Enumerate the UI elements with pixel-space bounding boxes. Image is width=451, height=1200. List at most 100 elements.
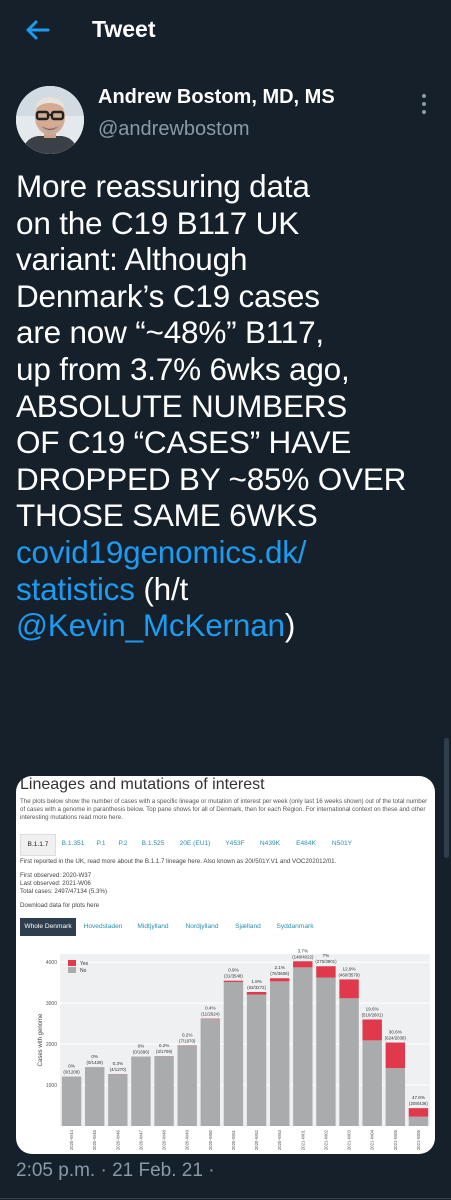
x-tick-label: 2020-W49: [185, 1129, 190, 1150]
more-vertical-icon: [422, 94, 426, 114]
bar-no: [362, 1040, 382, 1126]
download-link[interactable]: Download data for plots here: [20, 902, 99, 909]
lineage-tab[interactable]: N501Y: [326, 834, 358, 854]
back-button[interactable]: [20, 12, 56, 48]
bar-yes: [293, 961, 313, 968]
first-observed: First observed: 2020-W37: [20, 872, 92, 879]
bar-label-percent: 3.7%: [298, 948, 308, 953]
y-tick-label: 4000: [46, 960, 57, 966]
bar-no: [108, 1074, 128, 1126]
bar-no: [223, 981, 244, 1126]
x-tick-label: 2020-W48: [162, 1129, 167, 1150]
bar-label-percent: 19.6%: [366, 1006, 379, 1011]
bar-label-percent: 0.3%: [113, 1061, 123, 1066]
bar-label-percent: 0.2%: [159, 1043, 169, 1048]
legend-label-yes: Yes: [80, 961, 89, 967]
lineage-tab[interactable]: N439K: [254, 834, 286, 854]
bar-no: [293, 967, 313, 1126]
x-tick-label: 2021-W04: [370, 1129, 375, 1150]
bar-label-percent: 47.6%: [412, 1095, 425, 1100]
first-reported-text: First reported in the UK, read more abou…: [20, 858, 337, 865]
author-name[interactable]: Andrew Bostom, MD, MS: [98, 86, 335, 109]
bar-label-count: (0/1696): [133, 1050, 150, 1055]
tweet-timestamp: 2:05 p.m. · 21 Feb. 21 ·: [16, 1160, 215, 1181]
x-tick-label: 2020-W46: [115, 1129, 120, 1150]
tweet-link-continued[interactable]: statistics: [16, 571, 135, 607]
bar-no: [316, 977, 336, 1126]
bar-label-percent: 2.1%: [274, 965, 284, 970]
bar-label-count: (3/1709): [156, 1049, 173, 1054]
bar-yes: [385, 1042, 406, 1069]
tweet-line: DROPPED BY ~85% OVER: [16, 460, 407, 497]
bar-no: [246, 994, 267, 1126]
bar-label-percent: 0%: [68, 1064, 75, 1069]
bar-label-percent: 0%: [138, 1044, 145, 1049]
arrow-left-icon: [26, 20, 50, 40]
top-bar: Tweet: [0, 0, 451, 62]
total-cases: Total cases: 2497/47134 (5.3%): [20, 888, 108, 895]
region-tab[interactable]: Midtjylland: [130, 918, 176, 936]
y-axis-label: Cases with genome: [38, 1013, 44, 1066]
lineage-tab[interactable]: B.1.1.7: [20, 834, 56, 856]
lineage-tab[interactable]: B.1.351: [58, 834, 88, 854]
author-handle[interactable]: @andrewbostom: [98, 118, 249, 141]
y-tick-label: 1000: [46, 1083, 57, 1089]
region-tab[interactable]: Whole Denmark: [20, 918, 76, 936]
divider: [0, 1198, 451, 1199]
bar-no: [385, 1068, 406, 1126]
bar-yes: [246, 992, 267, 995]
x-tick-label: 2020-W47: [138, 1129, 143, 1150]
lineage-tab[interactable]: Y453F: [220, 834, 250, 854]
lineage-tab[interactable]: E484K: [290, 834, 322, 854]
closing-paren: ): [284, 607, 296, 644]
bar-yes: [316, 966, 336, 978]
x-tick-label: 2020-W50: [208, 1129, 213, 1150]
bar-no: [84, 1067, 105, 1126]
scrollbar[interactable]: [444, 738, 449, 858]
tweet-link[interactable]: covid19genomics.dk/: [16, 534, 307, 570]
lineage-tab[interactable]: 20E (EU1): [174, 834, 216, 854]
bar-no: [269, 981, 290, 1126]
bar-yes: [408, 1108, 429, 1117]
x-tick-label: 2021-W01: [300, 1129, 305, 1150]
region-tab[interactable]: Syddanmark: [270, 918, 320, 936]
bar-label-count: (0/1439): [87, 1060, 104, 1065]
x-tick-label: 2020-W52: [254, 1129, 259, 1150]
lineage-bar-chart: 1000200030004000Cases with genome 0%(0/12…: [38, 948, 430, 1150]
tweet-text: More reassuring data on the C19 B117 UK …: [16, 168, 446, 644]
tweet-line: THOSE SAME 6WKS: [16, 497, 318, 534]
lineage-tab[interactable]: B.1.525: [136, 834, 170, 854]
more-button[interactable]: [414, 90, 434, 118]
attached-image[interactable]: Lineages and mutations of interest The p…: [16, 776, 435, 1154]
bar-label-count: (148/4022): [292, 954, 314, 959]
bar-label-count: (4/1270): [110, 1067, 127, 1072]
region-tab[interactable]: Sjælland: [228, 918, 268, 936]
mention-link[interactable]: @Kevin_McKernan: [16, 607, 285, 643]
card-title: Lineages and mutations of interest: [20, 776, 265, 793]
bar-label-count: (7/1970): [179, 1038, 196, 1043]
avatar[interactable]: [16, 86, 84, 154]
bar-yes: [362, 1019, 382, 1041]
legend-label-no: No: [80, 968, 87, 974]
y-tick-label: 3000: [46, 1001, 57, 1007]
bar-yes: [223, 980, 244, 982]
tweet-line: More reassuring data: [16, 168, 310, 204]
x-tick-label: 2020-W53: [277, 1129, 282, 1150]
bar-label-percent: 7%: [323, 953, 330, 958]
lineage-tab[interactable]: P.1: [92, 834, 110, 854]
lineage-tab[interactable]: P.2: [114, 834, 132, 854]
x-tick-label: 2020-W45: [92, 1129, 97, 1150]
bar-yes: [339, 979, 359, 999]
y-tick-label: 2000: [46, 1042, 57, 1048]
tweet-line: are now “~48%” B117,: [16, 314, 324, 351]
tweet-line: on the C19 B117 UK: [16, 204, 300, 241]
bar-no: [408, 1116, 429, 1126]
region-tab[interactable]: Hovedstaden: [78, 918, 128, 936]
bar-no: [177, 1045, 197, 1126]
bar-label-percent: 0.9%: [228, 968, 238, 973]
bar-label-count: (460/3579): [338, 972, 360, 977]
region-tab[interactable]: Nordjylland: [178, 918, 226, 936]
bar-label-percent: 12.9%: [343, 966, 356, 971]
bar-label-count: (76/3608): [270, 971, 289, 976]
legend-swatch-yes: [68, 960, 76, 966]
